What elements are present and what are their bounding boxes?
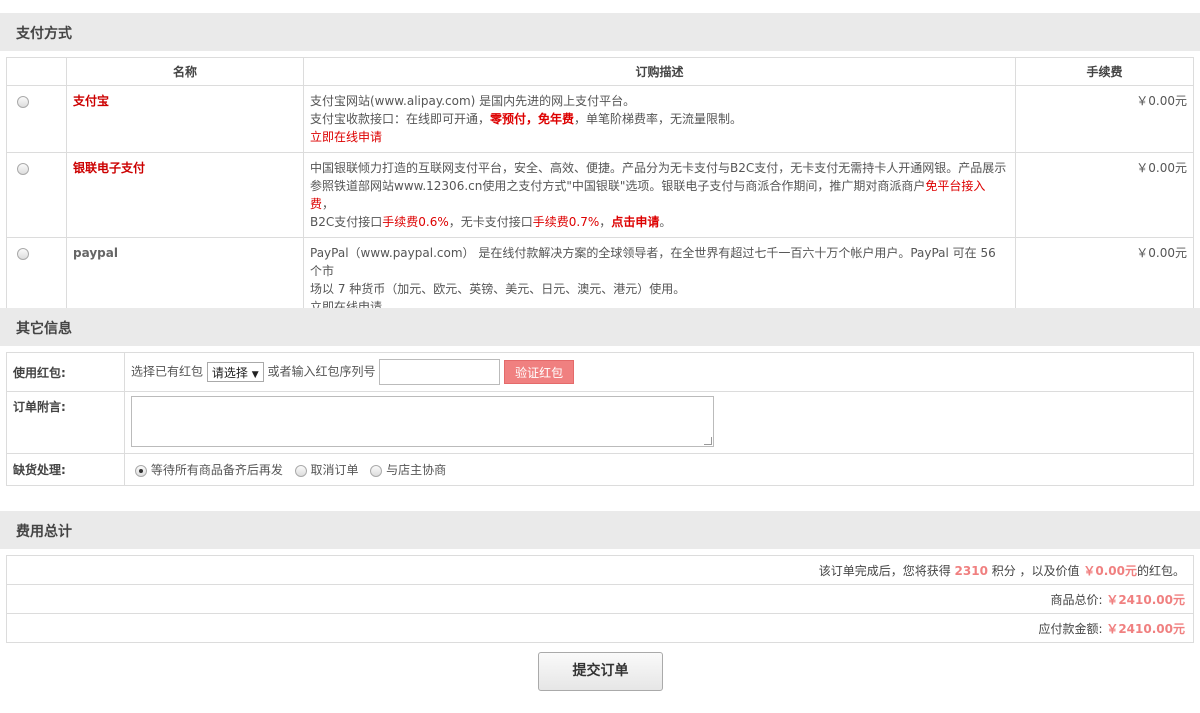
payment-table-header: 名称 订购描述 手续费 xyxy=(6,57,1194,86)
payment-section-title: 支付方式 xyxy=(16,26,72,42)
alipay-radio[interactable] xyxy=(17,95,29,108)
or-input-text: 或者输入红包序列号 xyxy=(267,364,376,379)
note-row: 订单附言: xyxy=(6,391,1194,454)
redpacket-label: 使用红包: xyxy=(6,352,125,392)
alipay-fee: ￥0.00元 xyxy=(1015,85,1194,153)
pay-total-row: 应付款金额: ￥2410.00元 xyxy=(6,613,1194,643)
unionpay-desc-line2a: 参照铁道部网站www.12306.cn使用之支付方式"中国银联"选项。银联电子支… xyxy=(310,179,926,193)
alipay-desc-line1: 支付宝网站(www.alipay.com) 是国内先进的网上支付平台。 xyxy=(310,94,636,108)
unionpay-fee-label-card: 手续费 xyxy=(532,215,569,229)
unionpay-fee: ￥0.00元 xyxy=(1015,152,1194,238)
redpacket-select-value: 请选择 xyxy=(211,366,248,380)
redpacket-serial-input[interactable] xyxy=(379,359,501,385)
submit-order-button[interactable]: 提交订单 xyxy=(538,652,663,691)
totals-section-header: 费用总计 xyxy=(0,511,1200,549)
unionpay-desc-line3i: 。 xyxy=(659,215,672,229)
stock-row: 缺货处理: 等待所有商品备齐后再发 取消订单 与店主协商 xyxy=(6,453,1194,486)
goods-total-label: 商品总价: xyxy=(1050,592,1107,607)
stock-option-negotiate-radio[interactable] xyxy=(370,464,383,477)
goods-total-row: 商品总价: ￥2410.00元 xyxy=(6,584,1194,614)
unionpay-fee-value-b2c: 0.6% xyxy=(418,215,449,229)
alipay-description: 支付宝网站(www.alipay.com) 是国内先进的网上支付平台。 支付宝收… xyxy=(303,85,1016,153)
redpacket-row: 使用红包: 选择已有红包 请选择 ▼ 或者输入红包序列号 验证红包 xyxy=(6,352,1194,392)
unionpay-desc-line3a: B2C支付接口 xyxy=(310,215,383,229)
goods-total-value: ￥2410.00元 xyxy=(1106,592,1185,607)
totals-section-title: 费用总计 xyxy=(16,524,72,540)
chevron-down-icon: ▼ xyxy=(251,370,259,380)
unionpay-name[interactable]: 银联电子支付 xyxy=(73,161,145,175)
other-section-header: 其它信息 xyxy=(0,308,1200,346)
order-note-textarea[interactable] xyxy=(131,396,714,447)
unionpay-fee-value-card: 0.7% xyxy=(568,215,600,229)
pay-total-label: 应付款金额: xyxy=(1038,621,1107,636)
payment-table: 名称 订购描述 手续费 支付宝 支付宝网站(www.alipay.com) 是国… xyxy=(6,57,1194,323)
points-value: 2310 xyxy=(954,563,988,578)
stock-option-wait-radio[interactable] xyxy=(135,464,147,477)
points-text-a: 该订单完成后，您将获得 xyxy=(818,563,955,578)
note-label: 订单附言: xyxy=(6,391,125,454)
header-fee: 手续费 xyxy=(1015,57,1194,86)
stock-option-cancel-label[interactable]: 取消订单 xyxy=(311,463,359,477)
stock-option-negotiate-label[interactable]: 与店主协商 xyxy=(386,463,446,477)
stock-option-cancel-radio[interactable] xyxy=(294,464,307,477)
payment-section-header: 支付方式 xyxy=(0,13,1200,51)
unionpay-desc-line1: 中国银联倾力打造的互联网支付平台，安全、高效、便捷。产品分为无卡支付与B2C支付… xyxy=(310,161,1007,175)
paypal-name[interactable]: paypal xyxy=(73,246,118,260)
alipay-name[interactable]: 支付宝 xyxy=(73,94,109,108)
totals-table: 该订单完成后，您将获得 2310 积分 ，以及价值 ￥0.00元的红包。 商品总… xyxy=(6,555,1194,643)
payment-row-alipay[interactable]: 支付宝 支付宝网站(www.alipay.com) 是国内先进的网上支付平台。 … xyxy=(6,85,1194,153)
pay-total-value: ￥2410.00元 xyxy=(1106,621,1185,636)
payment-row-unionpay[interactable]: 银联电子支付 中国银联倾力打造的互联网支付平台，安全、高效、便捷。产品分为无卡支… xyxy=(6,152,1194,238)
unionpay-radio[interactable] xyxy=(17,162,29,175)
redpacket-select[interactable]: 请选择 ▼ xyxy=(206,362,264,382)
unionpay-desc-line3d: ，无卡支付接口 xyxy=(448,215,533,229)
stock-label: 缺货处理: xyxy=(6,453,125,486)
choose-redpacket-text: 选择已有红包 xyxy=(131,364,204,379)
points-row: 该订单完成后，您将获得 2310 积分 ，以及价值 ￥0.00元的红包。 xyxy=(6,555,1194,585)
stock-option-wait-label[interactable]: 等待所有商品备齐后再发 xyxy=(151,463,283,477)
paypal-desc-line2: 场以 7 种货币（加元、欧元、英镑、美元、日元、澳元、港元）使用。 xyxy=(310,282,686,296)
unionpay-desc-line2c: ， xyxy=(322,197,335,211)
alipay-desc-line2a: 支付宝收款接口：在线即可开通， xyxy=(310,112,491,126)
resize-handle-icon[interactable] xyxy=(704,437,712,445)
unionpay-fee-label-b2c: 手续费 xyxy=(382,215,419,229)
alipay-apply-link[interactable]: 立即在线申请 xyxy=(310,128,1009,146)
header-name: 名称 xyxy=(66,57,304,86)
unionpay-desc-line3g: ， xyxy=(599,215,612,229)
header-description: 订购描述 xyxy=(303,57,1016,86)
alipay-highlight: 零预付，免年费 xyxy=(490,112,575,126)
other-info-table: 使用红包: 选择已有红包 请选择 ▼ 或者输入红包序列号 验证红包 订单附言: … xyxy=(6,352,1194,486)
points-money: ￥0.00元 xyxy=(1083,563,1137,578)
unionpay-description: 中国银联倾力打造的互联网支付平台，安全、高效、便捷。产品分为无卡支付与B2C支付… xyxy=(303,152,1016,238)
paypal-radio[interactable] xyxy=(17,247,29,260)
points-text-c: 的红包。 xyxy=(1136,563,1185,578)
other-section-title: 其它信息 xyxy=(16,321,72,337)
paypal-desc-line1: PayPal（www.paypal.com） 是在线付款解决方案的全球领导者，在… xyxy=(310,246,996,278)
points-text-b: 积分 ，以及价值 xyxy=(987,563,1084,578)
verify-redpacket-button[interactable]: 验证红包 xyxy=(504,360,575,384)
unionpay-apply-link[interactable]: 点击申请 xyxy=(611,215,659,229)
alipay-desc-line2c: ，单笔阶梯费率，无流量限制。 xyxy=(574,112,743,126)
